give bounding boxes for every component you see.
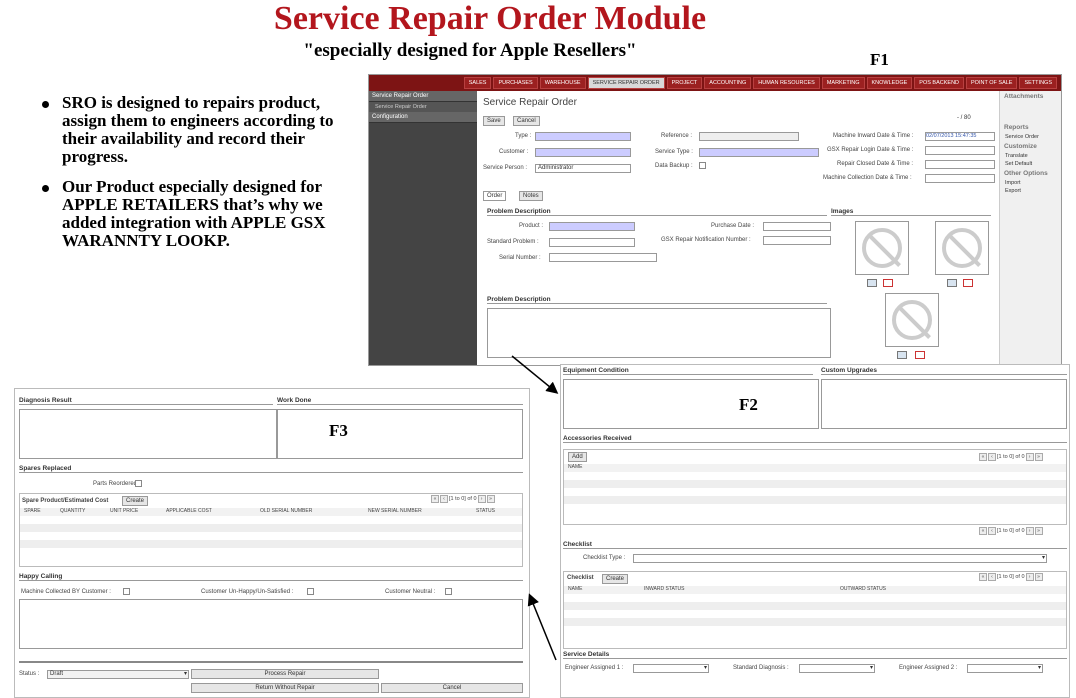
callout-arrows: [511, 355, 559, 661]
